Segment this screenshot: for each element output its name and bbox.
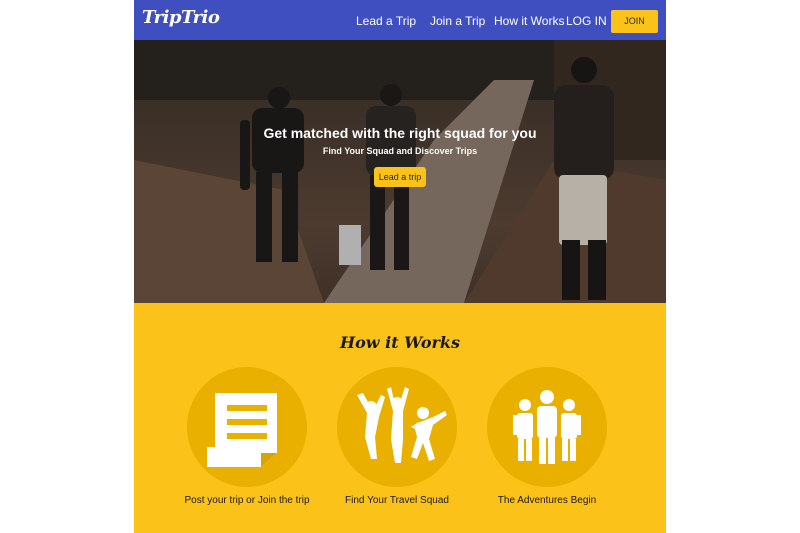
nav-lead-a-trip[interactable]: Lead a Trip — [356, 14, 416, 28]
nav-how-it-works[interactable]: How it Works — [494, 14, 564, 28]
nav-log-in[interactable]: LOG IN — [566, 14, 607, 28]
logo[interactable]: TripTrio — [142, 7, 220, 28]
lead-a-trip-button[interactable]: Lead a trip — [374, 167, 426, 187]
step-label: Post your trip or Join the trip — [184, 495, 310, 506]
hiker-group-icon — [513, 390, 581, 464]
top-nav: TripTrio Lead a Trip Join a Trip How it … — [134, 0, 666, 40]
page: TripTrio Lead a Trip Join a Trip How it … — [134, 0, 666, 533]
step-circle — [337, 367, 457, 487]
hero-title: Get matched with the right squad for you — [263, 125, 537, 141]
hero-subtitle: Find Your Squad and Discover Trips — [322, 146, 478, 156]
step-label: The Adventures Begin — [497, 495, 597, 506]
step-label: Find Your Travel Squad — [345, 495, 449, 506]
hero-banner: Get matched with the right squad for you… — [134, 40, 666, 303]
cheering-people-icon — [357, 387, 447, 463]
document-post-icon — [207, 393, 277, 467]
step-circle — [487, 367, 607, 487]
join-button[interactable]: JOIN — [611, 10, 658, 33]
how-it-works-section: How it Works Post your trip or Join the … — [134, 303, 666, 533]
section-title: How it Works — [339, 333, 461, 352]
step-circle — [187, 367, 307, 487]
nav-join-a-trip[interactable]: Join a Trip — [430, 14, 485, 28]
